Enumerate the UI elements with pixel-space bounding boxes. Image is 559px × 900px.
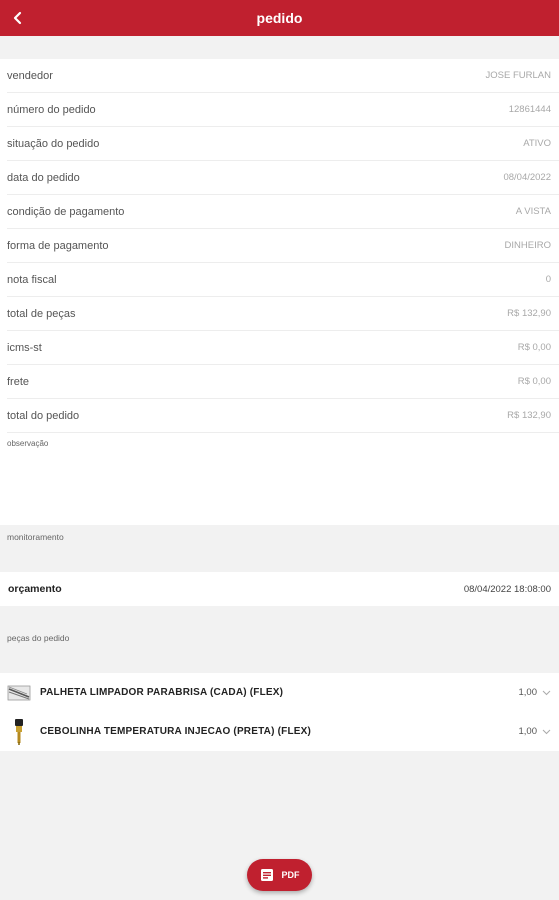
part-quantity: 1,00 [518, 726, 538, 737]
parts-list: PALHETA LIMPADOR PARABRISA (CADA) (FLEX)… [0, 673, 559, 751]
order-details: vendedor JOSE FURLAN número do pedido 12… [0, 59, 559, 525]
event-name: orçamento [8, 583, 62, 595]
pdf-icon [260, 869, 273, 881]
part-name: PALHETA LIMPADOR PARABRISA (CADA) (FLEX) [40, 687, 284, 698]
monitoring-section-label: monitoramento [7, 532, 64, 542]
detail-label: total do pedido [7, 409, 80, 422]
observation-label: observação [7, 439, 49, 448]
detail-value: R$ 0,00 [517, 342, 551, 353]
event-datetime: 08/04/2022 18:08:00 [463, 583, 551, 595]
detail-value: 12861444 [508, 104, 551, 115]
detail-label: condição de pagamento [7, 205, 125, 218]
detail-row-icms-st: icms-st R$ 0,00 [7, 331, 559, 365]
detail-value: R$ 132,90 [507, 308, 551, 319]
detail-label: situação do pedido [7, 137, 100, 150]
detail-label: frete [7, 375, 30, 388]
detail-row-parts-total: total de peças R$ 132,90 [7, 297, 559, 331]
detail-value: R$ 132,90 [507, 410, 551, 421]
page-title: pedido [256, 10, 303, 26]
detail-label: forma de pagamento [7, 239, 109, 252]
detail-value: R$ 0,00 [517, 376, 551, 387]
observation-field: observação [7, 433, 559, 525]
detail-row-payment-condition: condição de pagamento A VISTA [7, 195, 559, 229]
detail-row-seller: vendedor JOSE FURLAN [7, 59, 559, 93]
parts-section-label: peças do pedido [7, 633, 70, 643]
detail-row-order-total: total do pedido R$ 132,90 [7, 399, 559, 433]
detail-label: nota fiscal [7, 273, 57, 286]
detail-row-freight: frete R$ 0,00 [7, 365, 559, 399]
detail-label: total de peças [7, 307, 76, 320]
chevron-down-icon[interactable] [541, 688, 551, 698]
detail-row-order-date: data do pedido 08/04/2022 [7, 161, 559, 195]
detail-label: data do pedido [7, 171, 80, 184]
app-bar: pedido [0, 0, 559, 36]
part-item[interactable]: PALHETA LIMPADOR PARABRISA (CADA) (FLEX)… [0, 673, 559, 712]
detail-value: 08/04/2022 [503, 172, 551, 183]
pdf-button-label: PDF [281, 870, 300, 880]
detail-row-invoice: nota fiscal 0 [7, 263, 559, 297]
detail-value: DINHEIRO [504, 240, 551, 251]
part-item[interactable]: CEBOLINHA TEMPERATURA INJECAO (PRETA) (F… [0, 712, 559, 751]
detail-row-order-status: situação do pedido ATIVO [7, 127, 559, 161]
detail-label: vendedor [7, 69, 53, 82]
back-button[interactable] [4, 4, 32, 32]
pdf-button[interactable]: PDF [247, 859, 312, 891]
detail-label: número do pedido [7, 103, 96, 116]
detail-row-order-number: número do pedido 12861444 [7, 93, 559, 127]
detail-label: icms-st [7, 341, 42, 354]
arrow-left-icon [13, 11, 22, 25]
part-name: CEBOLINHA TEMPERATURA INJECAO (PRETA) (F… [40, 726, 312, 737]
detail-value: ATIVO [523, 138, 551, 149]
chevron-down-icon[interactable] [541, 727, 551, 737]
detail-row-payment-method: forma de pagamento DINHEIRO [7, 229, 559, 263]
monitoring-event-row: orçamento 08/04/2022 18:08:00 [0, 572, 559, 606]
temperature-sensor-icon [7, 718, 31, 745]
detail-value: 0 [545, 274, 551, 285]
detail-value: A VISTA [515, 206, 551, 217]
detail-value: JOSE FURLAN [485, 70, 551, 81]
part-quantity: 1,00 [518, 687, 538, 698]
wiper-blade-icon [7, 681, 31, 705]
